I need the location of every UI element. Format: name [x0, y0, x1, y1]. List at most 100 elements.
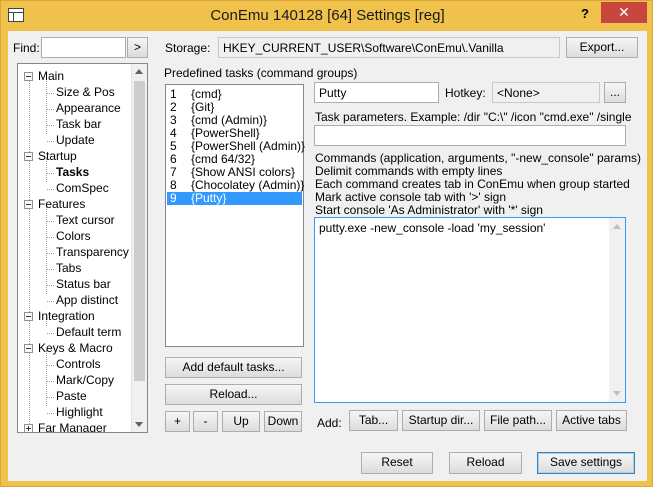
tree-connector	[47, 269, 54, 270]
tree-connector	[47, 237, 54, 238]
commands-help-line: Each command creates tab in ConEmu when …	[315, 177, 630, 191]
commands-text: putty.exe -new_console -load 'my_session…	[319, 221, 546, 235]
tree-expander-icon[interactable]	[24, 152, 33, 161]
tree-connector	[47, 141, 54, 142]
title-bar[interactable]: ConEmu 140128 [64] Settings [reg] ? ✕	[1, 1, 653, 31]
add-default-tasks-button[interactable]: Add default tasks...	[165, 357, 302, 378]
scroll-up-icon[interactable]	[135, 69, 143, 74]
settings-tree[interactable]: Main Size & Pos Appearance Task bar Update St…	[17, 63, 148, 433]
commands-textarea[interactable]: putty.exe -new_console -load 'my_session…	[314, 217, 626, 403]
tree-item-app-distinct[interactable]: App distinct	[56, 293, 118, 308]
commands-help-line: Delimit commands with empty lines	[315, 164, 503, 178]
hotkey-field[interactable]: <None>	[492, 82, 600, 103]
task-list-item[interactable]: 8 {Chocolatey (Admin)}	[167, 179, 304, 192]
hotkey-label: Hotkey:	[445, 86, 486, 100]
tree-connector	[47, 381, 54, 382]
commands-scrollbar[interactable]	[609, 218, 625, 402]
add-startup-dir-button[interactable]: Startup dir...	[402, 410, 480, 431]
window-title: ConEmu 140128 [64] Settings [reg]	[210, 7, 445, 24]
tree-item-appearance[interactable]: Appearance	[56, 101, 121, 116]
task-name: {Putty}	[191, 191, 227, 205]
task-params-input[interactable]	[314, 125, 626, 146]
save-settings-button[interactable]: Save settings	[537, 452, 635, 474]
tree-item-colors[interactable]: Colors	[56, 229, 91, 244]
dialog-client: Find: > Storage: HKEY_CURRENT_USER\Softw…	[8, 31, 647, 481]
tree-item-task-bar[interactable]: Task bar	[56, 117, 101, 132]
export-button[interactable]: Export...	[566, 37, 638, 58]
task-name-input[interactable]: Putty	[314, 82, 439, 103]
tree-item-main[interactable]: Main	[38, 69, 64, 84]
tree-item-controls[interactable]: Controls	[56, 357, 101, 372]
add-active-tabs-button[interactable]: Active tabs	[556, 410, 627, 431]
find-input[interactable]	[41, 37, 126, 58]
task-number: 9	[170, 191, 177, 205]
move-task-down-button[interactable]: Down	[264, 411, 302, 432]
tree-connector	[47, 189, 54, 190]
add-label: Add:	[317, 416, 342, 430]
remove-task-button[interactable]: -	[193, 411, 218, 432]
tasks-group-label: Predefined tasks (command groups)	[164, 66, 358, 80]
tree-connector	[47, 253, 54, 254]
tree-expander-icon[interactable]	[24, 72, 33, 81]
hotkey-choose-button[interactable]: ...	[604, 82, 626, 103]
storage-path-field: HKEY_CURRENT_USER\Software\ConEmu\.Vanil…	[218, 37, 560, 58]
tree-connector	[47, 333, 54, 334]
tree-connector	[47, 221, 54, 222]
storage-label: Storage:	[165, 41, 211, 55]
tree-expander-icon[interactable]	[24, 424, 33, 432]
tasks-list[interactable]: 1 {cmd} 2 {Git} 3 {cmd (Admin)} 4 {PowerShell} 5…	[165, 84, 305, 347]
tree-expander-icon[interactable]	[24, 312, 33, 321]
tree-connector	[47, 365, 54, 366]
find-go-button[interactable]: >	[127, 37, 148, 58]
tree-item-tabs[interactable]: Tabs	[56, 261, 81, 276]
tree-item-mark-copy[interactable]: Mark/Copy	[56, 373, 114, 388]
close-button[interactable]: ✕	[601, 2, 647, 23]
tree-connector	[47, 93, 54, 94]
settings-window: ConEmu 140128 [64] Settings [reg] ? ✕ Fi…	[0, 0, 653, 487]
tree-expander-icon[interactable]	[24, 344, 33, 353]
tree-item-status-bar[interactable]: Status bar	[56, 277, 111, 292]
find-label: Find:	[13, 41, 40, 55]
tree-item-comspec[interactable]: ComSpec	[56, 181, 109, 196]
reload-tasks-button[interactable]: Reload...	[165, 384, 302, 405]
tree-scroll-thumb[interactable]	[134, 81, 145, 381]
task-list-item[interactable]: 9 {Putty}	[167, 192, 302, 205]
scroll-down-icon[interactable]	[613, 391, 621, 396]
commands-help-line: Start console 'As Administrator' with '*…	[315, 203, 543, 217]
add-file-path-button[interactable]: File path...	[484, 410, 552, 431]
add-task-button[interactable]: +	[165, 411, 190, 432]
scroll-down-icon[interactable]	[135, 422, 143, 427]
tree-item-paste[interactable]: Paste	[56, 389, 87, 404]
tree-item-integration[interactable]: Integration	[38, 309, 95, 324]
tree-item-update[interactable]: Update	[56, 133, 95, 148]
tree-connector	[47, 109, 54, 110]
tree-root-line	[29, 76, 30, 432]
reload-settings-button[interactable]: Reload	[449, 452, 522, 474]
tree-expander-icon[interactable]	[24, 200, 33, 209]
tree-item-keys-macro[interactable]: Keys & Macro	[38, 341, 113, 356]
tree-connector	[47, 397, 54, 398]
tree-connector	[47, 413, 54, 414]
task-params-label: Task parameters. Example: /dir "C:\" /ic…	[315, 110, 632, 124]
tree-connector	[47, 285, 54, 286]
commands-help-line: Commands (application, arguments, "-new_…	[315, 151, 641, 165]
move-task-up-button[interactable]: Up	[222, 411, 260, 432]
task-list-item[interactable]: 1 {cmd}	[167, 88, 302, 101]
tree-connector	[47, 125, 54, 126]
tree-item-default-term[interactable]: Default term	[56, 325, 121, 340]
tree-item-size-pos[interactable]: Size & Pos	[56, 85, 115, 100]
tree-item-startup[interactable]: Startup	[38, 149, 77, 164]
tree-item-highlight[interactable]: Highlight	[56, 405, 103, 420]
tree-item-far-manager[interactable]: Far Manager	[38, 421, 107, 432]
tree-branch-line	[46, 206, 47, 294]
tree-item-features[interactable]: Features	[38, 197, 85, 212]
tree-scrollbar[interactable]	[131, 64, 147, 432]
help-button[interactable]: ?	[573, 4, 597, 24]
reset-button[interactable]: Reset	[361, 452, 433, 474]
tree-item-tasks[interactable]: Tasks	[56, 165, 89, 180]
tree-item-transparency[interactable]: Transparency	[56, 245, 129, 260]
add-tab-button[interactable]: Tab...	[349, 410, 398, 431]
tree-item-text-cursor[interactable]: Text cursor	[56, 213, 115, 228]
tree-connector	[47, 301, 54, 302]
scroll-up-icon[interactable]	[613, 224, 621, 229]
